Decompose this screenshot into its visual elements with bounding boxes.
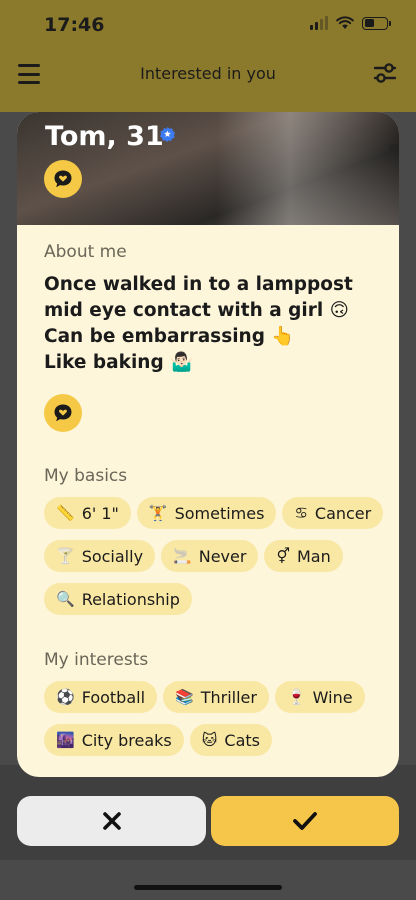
profile-name: Tom, 31 bbox=[45, 121, 164, 152]
app-header: Interested in you bbox=[0, 52, 416, 96]
basic-chip-gender: ⚥ Man bbox=[264, 540, 343, 572]
football-icon: ⚽ bbox=[56, 687, 75, 706]
pass-button[interactable] bbox=[17, 796, 206, 846]
status-bar: 17:46 bbox=[0, 0, 416, 52]
photo-overlay bbox=[217, 112, 399, 225]
battery-icon bbox=[362, 16, 391, 30]
books-icon: 📚 bbox=[175, 687, 194, 706]
status-icons bbox=[310, 16, 391, 30]
ruler-icon: 📏 bbox=[56, 503, 75, 522]
checkmark-icon bbox=[293, 812, 317, 830]
about-title: About me bbox=[44, 242, 127, 262]
status-time: 17:46 bbox=[44, 14, 105, 36]
chat-heart-icon bbox=[54, 404, 72, 422]
interest-chip: 📚 Thriller bbox=[163, 681, 269, 713]
interest-chip: 🐱 Cats bbox=[189, 724, 272, 756]
chat-heart-icon bbox=[54, 170, 72, 188]
interest-chip: ⚽ Football bbox=[44, 681, 158, 713]
city-icon: 🌆 bbox=[56, 730, 75, 749]
cat-icon: 🐱 bbox=[201, 730, 218, 749]
about-line: Once walked in to a lamppost bbox=[44, 274, 353, 295]
basic-chip-exercise: 🏋 Sometimes bbox=[136, 497, 277, 529]
action-bar bbox=[17, 796, 399, 846]
verified-badge-icon bbox=[160, 127, 175, 142]
gender-icon: ⚥ bbox=[276, 546, 290, 565]
filter-icon[interactable] bbox=[372, 60, 398, 86]
page-title: Interested in you bbox=[140, 64, 276, 83]
edge-text: ec bbox=[389, 140, 399, 154]
about-line: Can be embarrassing 👆 bbox=[44, 326, 295, 347]
like-button[interactable] bbox=[211, 796, 399, 846]
dumbbell-icon: 🏋 bbox=[148, 503, 168, 522]
basic-chip-star-sign: ♋ Cancer bbox=[282, 497, 384, 529]
wifi-icon bbox=[336, 16, 354, 29]
cocktail-icon: 🍸 bbox=[56, 546, 75, 565]
compliment-button[interactable] bbox=[44, 394, 82, 432]
basics-title: My basics bbox=[44, 466, 128, 486]
basic-chip-smoking: 🚬 Never bbox=[161, 540, 259, 572]
wine-glass-icon: 🍷 bbox=[286, 687, 306, 706]
interest-chip: 🍷 Wine bbox=[274, 681, 365, 713]
interest-chips: ⚽ Football 📚 Thriller 🍷 Wine 🌆 City brea… bbox=[44, 681, 384, 767]
signal-icon bbox=[310, 16, 328, 30]
interests-title: My interests bbox=[44, 650, 149, 670]
compliment-button[interactable] bbox=[44, 160, 82, 198]
basic-chip-drinking: 🍸 Socially bbox=[44, 540, 156, 572]
basics-chips: 📏 6' 1" 🏋 Sometimes ♋ Cancer 🍸 Socially … bbox=[44, 497, 384, 626]
basic-chip-height: 📏 6' 1" bbox=[44, 497, 131, 529]
about-text: Once walked in to a lamppost mid eye con… bbox=[44, 272, 374, 376]
magnifier-icon: 🔍 bbox=[56, 589, 75, 608]
about-line: Like baking 🤷🏻‍♂️ bbox=[44, 352, 194, 373]
home-indicator bbox=[134, 885, 282, 890]
zodiac-icon: ♋ bbox=[294, 503, 308, 522]
profile-card[interactable]: Tom, 31 ec About me Once walked in to a … bbox=[17, 112, 399, 777]
basic-chip-looking-for: 🔍 Relationship bbox=[44, 583, 192, 615]
cigarette-icon: 🚬 bbox=[173, 546, 192, 565]
interest-chip: 🌆 City breaks bbox=[44, 724, 184, 756]
close-icon bbox=[102, 812, 121, 830]
about-line: mid eye contact with a girl 🙃 bbox=[44, 300, 349, 321]
